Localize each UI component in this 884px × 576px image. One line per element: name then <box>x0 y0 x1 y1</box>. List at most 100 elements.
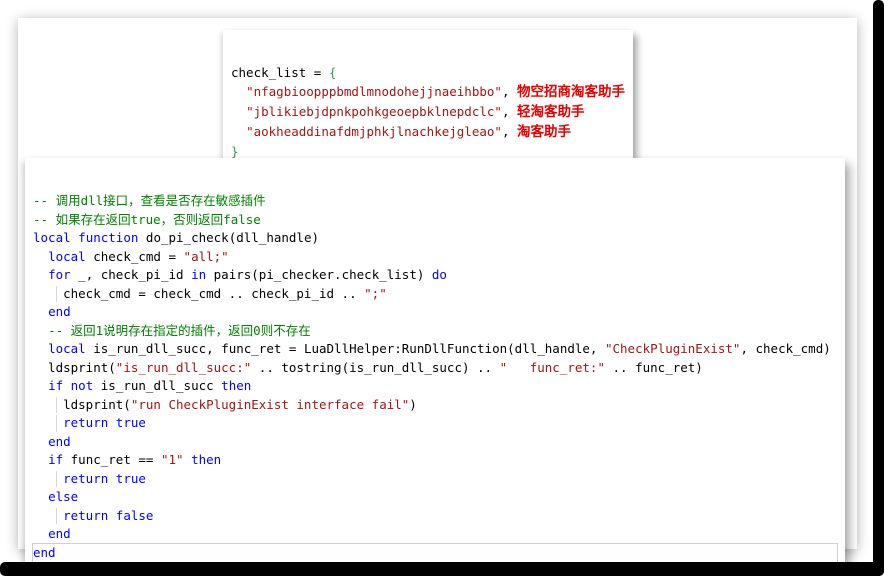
code-token-keyword: end <box>48 433 71 449</box>
code-line: end <box>33 303 837 322</box>
code-token-string: "is_run_dll_succ:" <box>115 359 252 375</box>
code-line: if not is_run_dll_succ then <box>33 377 837 396</box>
code-line: "aokheaddinafdmjphkjlnachkejgleao", 淘客助手 <box>231 122 625 142</box>
code-line: end <box>32 542 838 563</box>
code-token-plain: , <box>501 84 517 99</box>
code-token-keyword: then <box>221 378 252 393</box>
code-token-plain: , check_cmd) <box>740 341 831 356</box>
code-token-string: ";" <box>364 285 387 301</box>
code-line: local check_cmd = "all;" <box>33 248 837 267</box>
code-line: -- 调用dll接口，查看是否存在敏感插件 <box>33 192 837 211</box>
code-line: return true <box>33 414 837 433</box>
code-token-keyword: not <box>70 378 94 393</box>
code-token-keyword: true <box>115 415 146 430</box>
code-token-string: "run CheckPluginExist interface fail" <box>130 396 410 412</box>
code-token-string: "nfagbioopppbmdlmnodohejjnaeihbbo" <box>246 84 502 99</box>
code-token-plain: check_list = <box>231 65 329 80</box>
snippet-code: check_list = { "nfagbioopppbmdlmnodohejj… <box>231 63 625 161</box>
code-token-comment: -- 返回1说明存在指定的插件，返回0则不存在 <box>48 322 311 338</box>
code-token-keyword: function <box>78 230 139 245</box>
code-line: check_cmd = check_cmd .. check_pi_id .. … <box>33 285 837 304</box>
code-token-keyword: end <box>48 304 71 319</box>
code-token-plain: ldsprint( <box>33 359 116 375</box>
code-line: ldsprint("is_run_dll_succ:" .. tostring(… <box>33 359 837 378</box>
code-token-keyword: if <box>48 378 64 393</box>
code-token-keyword: else <box>48 489 79 504</box>
code-line: local is_run_dll_succ, func_ret = LuaDll… <box>33 340 837 359</box>
indent-guide <box>55 470 57 487</box>
code-token-plain: pairs(pi_checker.check_list) <box>206 267 432 282</box>
code-token-string: "jblikiebjdpnkpohkgeoepbklnepdclc" <box>246 104 502 119</box>
code-token-plain: check_cmd = <box>85 248 184 264</box>
code-line: if func_ret == "1" then <box>33 451 837 470</box>
code-token-annotation: 轻淘客助手 <box>517 104 585 120</box>
code-token-keyword: true <box>115 470 146 486</box>
code-line: -- 返回1说明存在指定的插件，返回0则不存在 <box>33 322 837 341</box>
code-token-plain: check_cmd = check_cmd .. check_pi_id .. <box>33 285 365 301</box>
code-token-string: "CheckPluginExist" <box>604 341 741 356</box>
code-token-keyword: local <box>33 230 71 245</box>
code-token-brace: } <box>231 144 239 159</box>
code-line: end <box>33 525 837 544</box>
code-line: -- 如果存在返回true，否则返回false <box>33 211 837 230</box>
code-token-plain: , <box>501 124 517 139</box>
code-token-keyword: then <box>191 452 222 467</box>
code-token-string: "all;" <box>183 248 229 264</box>
code-token-keyword: return <box>63 470 109 486</box>
code-token-brace: { <box>328 65 337 80</box>
code-token-plain: func_ret == <box>63 452 161 467</box>
indent-guide <box>55 415 57 432</box>
code-token-keyword: end <box>48 526 71 541</box>
code-line: ldsprint("run CheckPluginExist interface… <box>33 396 837 415</box>
screen-edge-right <box>873 0 884 576</box>
code-line: return true <box>33 470 837 489</box>
code-token-plain: _, check_pi_id <box>70 267 192 282</box>
code-token-plain: ) <box>409 396 417 412</box>
indent-guide <box>55 285 57 302</box>
code-line: for _, check_pi_id in pairs(pi_checker.c… <box>33 266 837 285</box>
code-token-plain: is_run_dll_succ <box>93 378 222 393</box>
code-token-annotation: 物空招商淘客助手 <box>517 84 625 100</box>
main-code: -- 调用dll接口，查看是否存在敏感插件 -- 如果存在返回true，否则返回f… <box>32 192 838 563</box>
code-token-keyword: local <box>48 248 86 264</box>
code-line: return false <box>33 507 837 526</box>
code-token-keyword: return <box>63 507 109 523</box>
code-line: else <box>33 488 837 507</box>
code-panel: -- 调用dll接口，查看是否存在敏感插件 -- 如果存在返回true，否则返回f… <box>25 158 845 576</box>
code-line: "jblikiebjdpnkpohkgeoepbklnepdclc", 轻淘客助… <box>231 102 625 122</box>
code-token-keyword: for <box>48 267 71 282</box>
code-line: local function do_pi_check(dll_handle) <box>33 229 837 248</box>
code-token-keyword: false <box>115 507 154 523</box>
code-token-comment: -- 如果存在返回true，否则返回false <box>33 211 261 227</box>
code-token-string: " func_ret:" <box>499 359 605 375</box>
code-token-keyword: do <box>431 267 447 282</box>
code-token-keyword: return <box>63 415 109 430</box>
code-line: end <box>33 433 837 452</box>
code-token-keyword: in <box>191 267 207 282</box>
code-line: check_list = { <box>231 63 625 82</box>
code-token-plain: .. tostring(is_run_dll_succ) .. <box>251 359 500 375</box>
code-line: "nfagbioopppbmdlmnodohejjnaeihbbo", 物空招商… <box>231 82 625 102</box>
code-token-plain: do_pi_check(dll_handle) <box>138 230 320 245</box>
code-token-annotation: 淘客助手 <box>517 124 571 140</box>
